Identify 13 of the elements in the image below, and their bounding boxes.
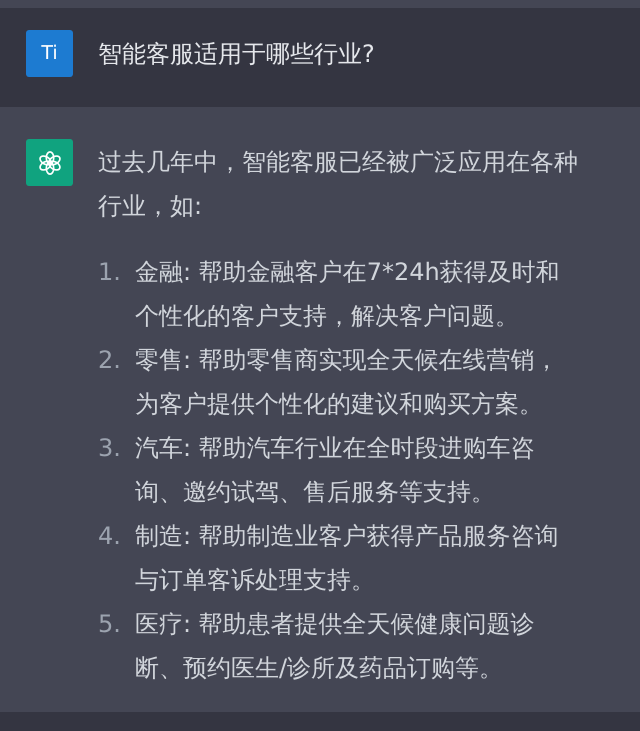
list-number: 3. [98, 433, 122, 464]
list-item-text: 金融: 帮助金融客户在7*24h获得及时和个性化的客户支持，解决客户问题。 [135, 257, 561, 332]
list-item-text: 制造: 帮助制造业客户获得产品服务咨询与订单客诉处理支持。 [135, 521, 560, 596]
list-item-text: 医疗: 帮助患者提供全天候健康问题诊断、预约医生/诊所及药品订购等。 [135, 609, 536, 684]
list-number: 4. [98, 521, 122, 552]
list-number: 2. [98, 345, 122, 376]
user-avatar: Ti [26, 30, 73, 77]
list-item-text: 零售: 帮助零售商实现全天候在线营销，为客户提供个性化的建议和购买方案。 [135, 345, 560, 420]
list-number: 5. [98, 609, 122, 640]
answer-paragraph: 过去几年中，智能客服已经被广泛应用在各种行业，如: [98, 147, 579, 222]
user-question: 智能客服适用于哪些行业? [98, 39, 375, 70]
list-number: 1. [98, 257, 122, 288]
list-item-text: 汽车: 帮助汽车行业在全时段进购车咨询、邀约试驾、售后服务等支持。 [135, 433, 536, 508]
